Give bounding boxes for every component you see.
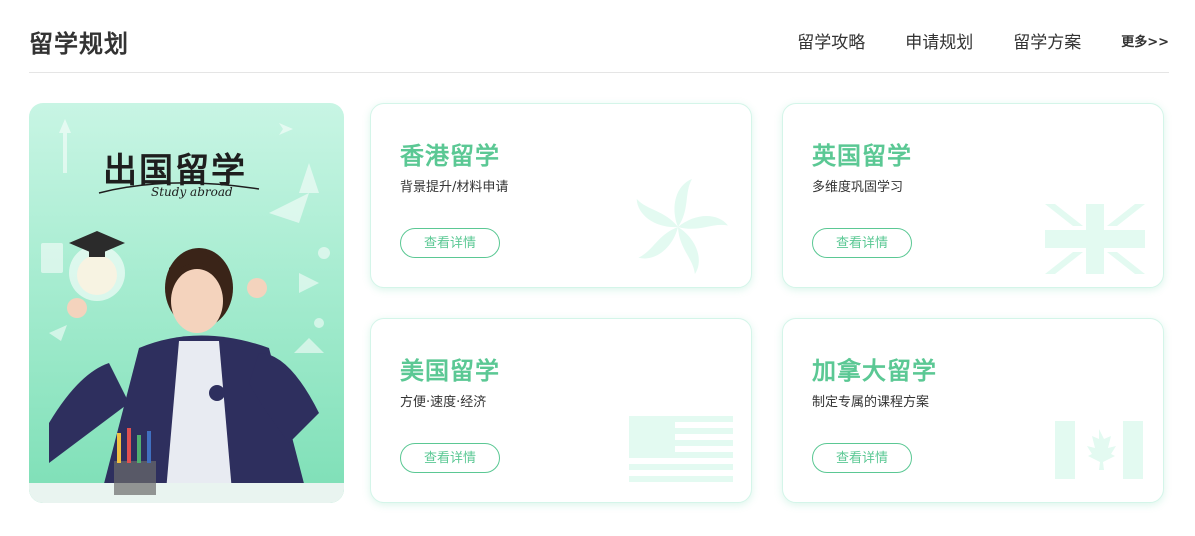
banner-subtitle: Study abroad (151, 185, 233, 199)
card-canada[interactable]: 加拿大留学 制定专属的课程方案 查看详情 (782, 318, 1164, 503)
more-link[interactable]: 更多>> (1121, 31, 1169, 50)
card-title: 美国留学 (400, 357, 500, 385)
view-details-button[interactable]: 查看详情 (812, 443, 912, 473)
us-flag-icon (629, 416, 733, 482)
section-title: 留学规划 (29, 30, 129, 58)
maple-leaf-icon (1055, 421, 1143, 479)
card-uk[interactable]: 英国留学 多维度巩固学习 查看详情 (782, 103, 1164, 288)
study-abroad-banner[interactable]: 出国留学 Study abroad (29, 103, 344, 503)
card-title: 加拿大留学 (812, 357, 937, 385)
card-title: 英国留学 (812, 142, 912, 170)
card-description: 方便·速度·经济 (400, 395, 487, 410)
card-hongkong[interactable]: 香港留学 背景提升/材料申请 查看详情 (370, 103, 752, 288)
card-description: 背景提升/材料申请 (400, 180, 509, 195)
nav-link-guide[interactable]: 留学攻略 (797, 28, 865, 53)
view-details-button[interactable]: 查看详情 (812, 228, 912, 258)
view-details-button[interactable]: 查看详情 (400, 228, 500, 258)
section-header: 留学规划 留学攻略 申请规划 留学方案 更多>> (29, 22, 1169, 73)
union-jack-icon (1045, 204, 1145, 274)
card-description: 制定专属的课程方案 (812, 395, 930, 410)
header-nav: 留学攻略 申请规划 留学方案 更多>> (757, 28, 1169, 53)
card-title: 香港留学 (400, 142, 500, 170)
nav-link-study-plan[interactable]: 留学方案 (1013, 28, 1081, 53)
card-description: 多维度巩固学习 (812, 180, 904, 195)
card-usa[interactable]: 美国留学 方便·速度·经济 查看详情 (370, 318, 752, 503)
nav-link-application-planning[interactable]: 申请规划 (905, 28, 973, 53)
view-details-button[interactable]: 查看详情 (400, 443, 500, 473)
bauhinia-icon (636, 179, 728, 275)
